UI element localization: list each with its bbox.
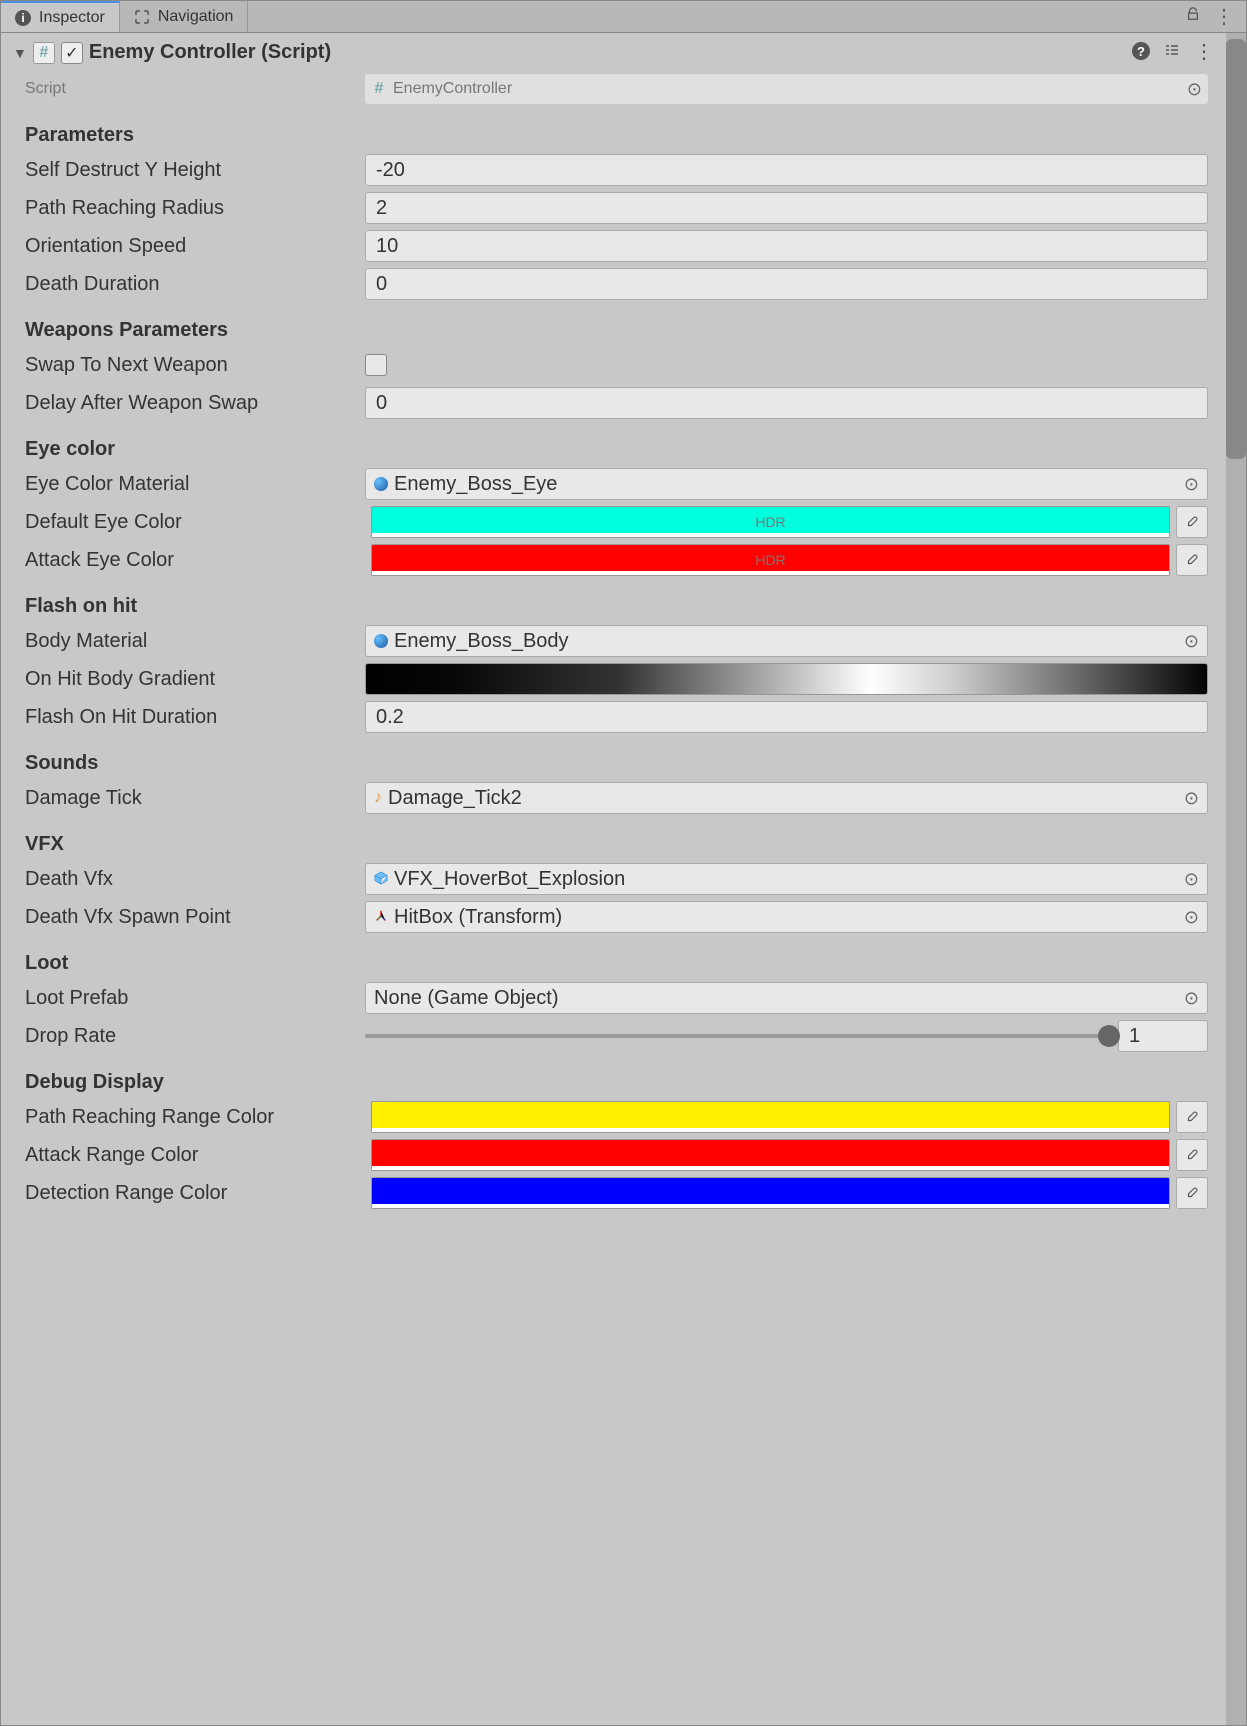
damage-tick-value: Damage_Tick2 — [388, 787, 522, 810]
eye-color-material-value: Enemy_Boss_Eye — [394, 473, 557, 496]
delay-after-swap-input[interactable]: 0 — [365, 387, 1208, 419]
transform-icon — [374, 906, 388, 929]
death-vfx-spawn-value: HitBox (Transform) — [394, 906, 562, 929]
body-material-slot[interactable]: Enemy_Boss_Body ⊙ — [365, 625, 1208, 657]
path-reaching-range-color-label: Path Reaching Range Color — [25, 1106, 365, 1129]
section-flash: Flash on hit — [25, 595, 1208, 618]
attack-range-color-field[interactable] — [371, 1139, 1170, 1171]
material-icon — [374, 477, 388, 491]
on-hit-body-gradient-label: On Hit Body Gradient — [25, 668, 365, 691]
tab-bar: i Inspector Navigation ⋮ — [1, 1, 1246, 33]
lock-icon[interactable] — [1186, 7, 1200, 26]
navigation-icon — [134, 9, 150, 25]
eyedropper-button[interactable] — [1176, 1177, 1208, 1209]
object-picker-icon[interactable]: ⊙ — [1187, 79, 1202, 100]
help-icon[interactable]: ? — [1132, 42, 1150, 60]
flash-on-hit-duration-input[interactable]: 0.2 — [365, 701, 1208, 733]
delay-after-swap-label: Delay After Weapon Swap — [25, 392, 365, 415]
info-icon: i — [15, 10, 31, 26]
section-weapons: Weapons Parameters — [25, 319, 1208, 342]
path-reaching-radius-input[interactable]: 2 — [365, 192, 1208, 224]
slider-handle[interactable] — [1098, 1025, 1120, 1047]
loot-prefab-value: None (Game Object) — [374, 987, 559, 1010]
orientation-speed-label: Orientation Speed — [25, 235, 365, 258]
drop-rate-slider[interactable] — [365, 1020, 1108, 1052]
drop-rate-input[interactable]: 1 — [1118, 1020, 1208, 1052]
detection-range-color-field[interactable] — [371, 1177, 1170, 1209]
eyedropper-button[interactable] — [1176, 1139, 1208, 1171]
object-picker-icon[interactable]: ⊙ — [1184, 907, 1199, 928]
damage-tick-slot[interactable]: ♪ Damage_Tick2 ⊙ — [365, 782, 1208, 814]
swap-to-next-weapon-label: Swap To Next Weapon — [25, 354, 365, 377]
default-eye-color-field[interactable] — [371, 506, 1170, 538]
attack-eye-color-label: Attack Eye Color — [25, 549, 365, 572]
death-duration-label: Death Duration — [25, 273, 365, 296]
loot-prefab-label: Loot Prefab — [25, 987, 365, 1010]
section-loot: Loot — [25, 952, 1208, 975]
flash-on-hit-duration-label: Flash On Hit Duration — [25, 706, 365, 729]
section-vfx: VFX — [25, 833, 1208, 856]
script-slot: # EnemyController ⊙ — [365, 74, 1208, 104]
path-reaching-range-color-field[interactable] — [371, 1101, 1170, 1133]
eye-color-material-label: Eye Color Material — [25, 473, 365, 496]
scroll-thumb[interactable] — [1226, 39, 1246, 459]
orientation-speed-input[interactable]: 10 — [365, 230, 1208, 262]
death-vfx-value: VFX_HoverBot_Explosion — [394, 868, 625, 891]
eyedropper-button[interactable] — [1176, 544, 1208, 576]
death-vfx-label: Death Vfx — [25, 868, 365, 891]
tab-inspector[interactable]: i Inspector — [1, 1, 120, 32]
drop-rate-label: Drop Rate — [25, 1025, 365, 1048]
object-picker-icon[interactable]: ⊙ — [1184, 474, 1199, 495]
audio-icon: ♪ — [374, 789, 382, 807]
default-eye-color-label: Default Eye Color — [25, 511, 365, 534]
script-label: Script — [25, 80, 365, 98]
detection-range-color-label: Detection Range Color — [25, 1182, 365, 1205]
attack-range-color-label: Attack Range Color — [25, 1144, 365, 1167]
death-vfx-slot[interactable]: VFX_HoverBot_Explosion ⊙ — [365, 863, 1208, 895]
preset-icon[interactable] — [1164, 42, 1180, 63]
script-value: EnemyController — [393, 80, 512, 98]
object-picker-icon[interactable]: ⊙ — [1184, 988, 1199, 1009]
on-hit-body-gradient-field[interactable] — [365, 663, 1208, 695]
section-eye-color: Eye color — [25, 438, 1208, 461]
attack-eye-color-field[interactable] — [371, 544, 1170, 576]
tab-kebab-menu[interactable]: ⋮ — [1214, 7, 1234, 27]
component-enabled-checkbox[interactable]: ✓ — [61, 42, 83, 64]
expand-toggle[interactable]: ▼ — [13, 45, 27, 61]
vertical-scrollbar[interactable] — [1226, 33, 1246, 1725]
body-material-label: Body Material — [25, 630, 365, 653]
script-icon: # — [33, 42, 55, 64]
component-title: Enemy Controller (Script) — [89, 41, 1126, 64]
self-destruct-y-height-input[interactable]: -20 — [365, 154, 1208, 186]
tab-navigation-label: Navigation — [158, 8, 234, 26]
damage-tick-label: Damage Tick — [25, 787, 365, 810]
script-file-icon: # — [371, 81, 387, 97]
component-kebab-menu[interactable]: ⋮ — [1194, 42, 1214, 63]
tab-navigation[interactable]: Navigation — [120, 1, 249, 32]
loot-prefab-slot[interactable]: None (Game Object) ⊙ — [365, 982, 1208, 1014]
body-material-value: Enemy_Boss_Body — [394, 630, 569, 653]
eyedropper-button[interactable] — [1176, 1101, 1208, 1133]
material-icon — [374, 634, 388, 648]
object-picker-icon[interactable]: ⊙ — [1184, 788, 1199, 809]
swap-to-next-weapon-checkbox[interactable] — [365, 354, 387, 376]
eye-color-material-slot[interactable]: Enemy_Boss_Eye ⊙ — [365, 468, 1208, 500]
self-destruct-y-height-label: Self Destruct Y Height — [25, 159, 365, 182]
section-parameters: Parameters — [25, 124, 1208, 147]
death-vfx-spawn-slot[interactable]: HitBox (Transform) ⊙ — [365, 901, 1208, 933]
object-picker-icon[interactable]: ⊙ — [1184, 869, 1199, 890]
death-duration-input[interactable]: 0 — [365, 268, 1208, 300]
object-picker-icon[interactable]: ⊙ — [1184, 631, 1199, 652]
section-sounds: Sounds — [25, 752, 1208, 775]
death-vfx-spawn-label: Death Vfx Spawn Point — [25, 906, 365, 929]
script-row: Script # EnemyController ⊙ — [25, 74, 1208, 104]
component-header: ▼ # ✓ Enemy Controller (Script) ? ⋮ — [13, 37, 1220, 68]
path-reaching-radius-label: Path Reaching Radius — [25, 197, 365, 220]
prefab-icon — [374, 868, 388, 891]
section-debug: Debug Display — [25, 1071, 1208, 1094]
tab-inspector-label: Inspector — [39, 9, 105, 27]
eyedropper-button[interactable] — [1176, 506, 1208, 538]
